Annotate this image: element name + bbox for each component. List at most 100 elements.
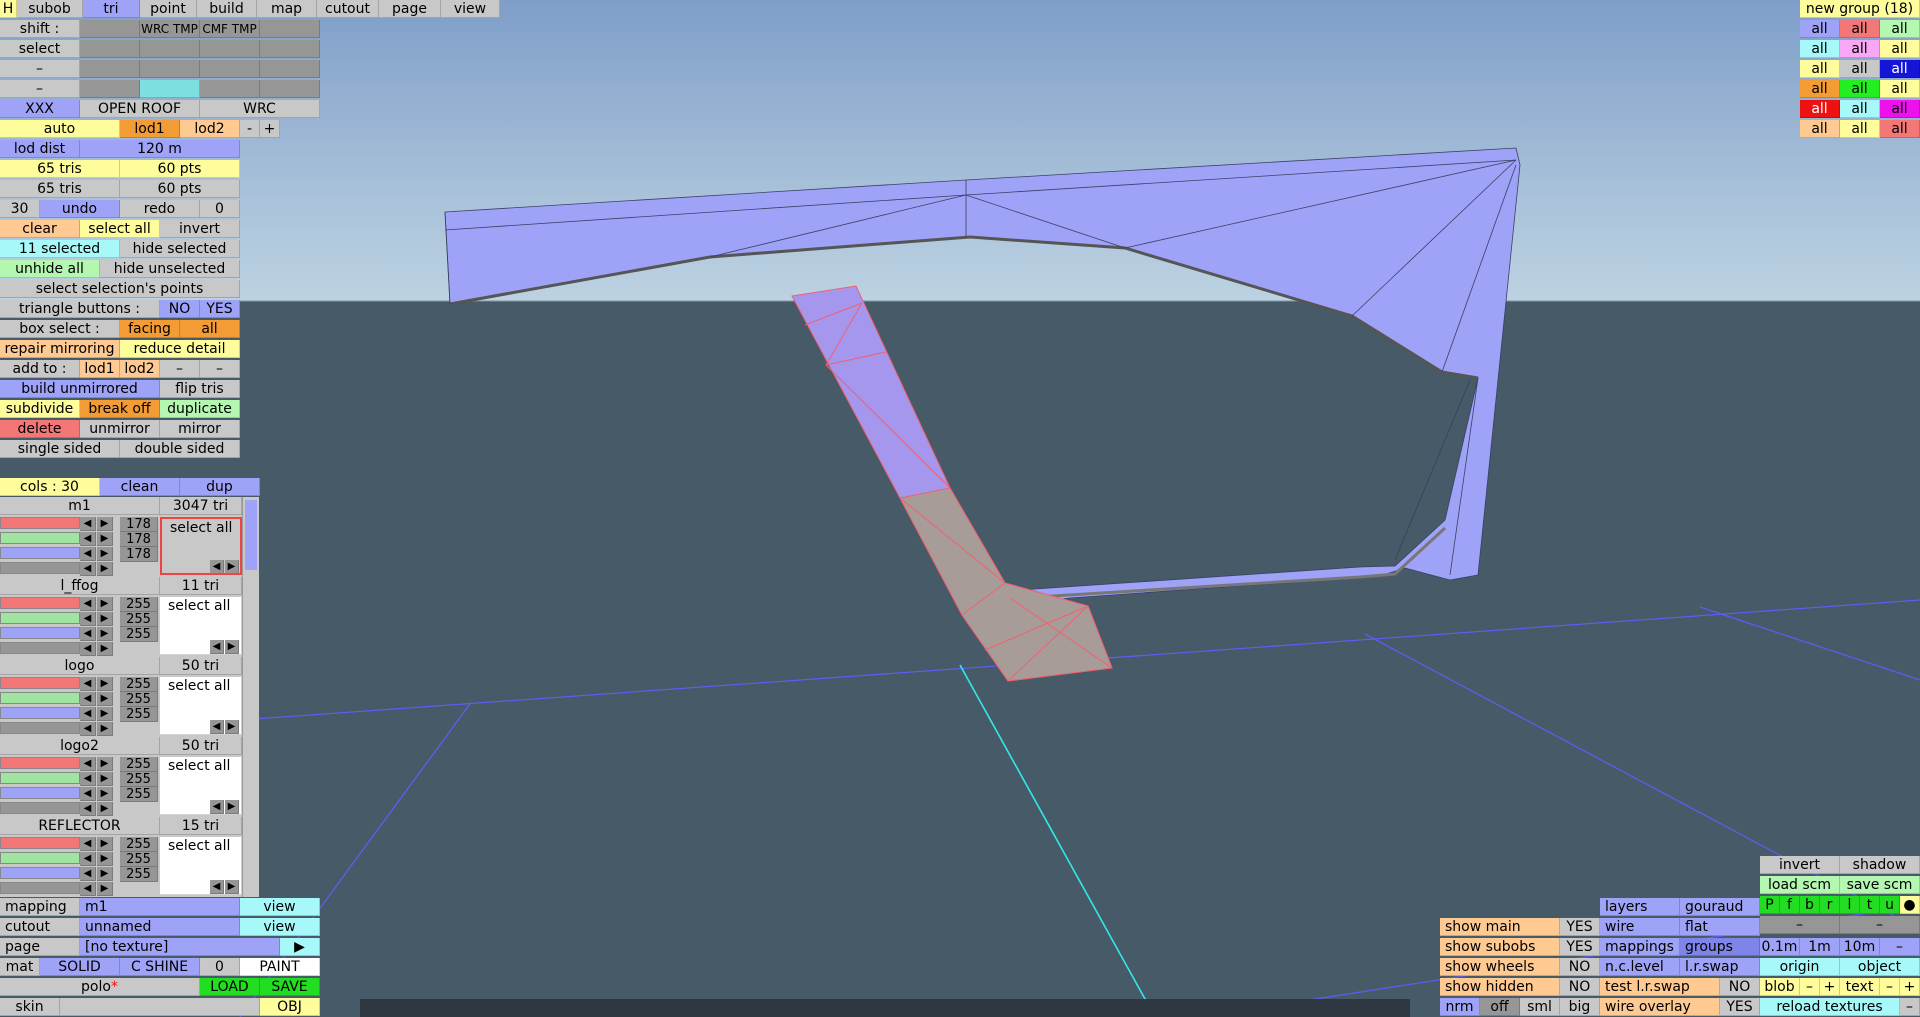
group-select-all-button[interactable]: all	[1880, 80, 1920, 98]
channel-right-arrow[interactable]: ▶	[97, 852, 113, 866]
group-select-all-button[interactable]: all	[1880, 40, 1920, 58]
dash-slot-1[interactable]	[80, 60, 140, 78]
save-button[interactable]: SAVE	[260, 978, 320, 996]
cutout-value[interactable]: unnamed	[80, 918, 240, 936]
group-select-all-button[interactable]: all	[1800, 120, 1840, 138]
group-select-all-button[interactable]: all	[1880, 60, 1920, 78]
group-select-all-button[interactable]: all	[1840, 20, 1880, 38]
material-name[interactable]: logo2	[0, 737, 160, 755]
channel-right-arrow[interactable]: ▶	[97, 612, 113, 626]
select-right-arrow[interactable]: ▶	[225, 640, 239, 654]
cutout-view-button[interactable]: view	[240, 918, 320, 936]
group-select-all-button[interactable]: all	[1800, 40, 1840, 58]
dash-slot-2[interactable]	[140, 60, 200, 78]
channel-right-arrow[interactable]: ▶	[97, 547, 113, 561]
channel-left-arrow[interactable]: ◀	[80, 547, 96, 561]
test-lr-swap-value[interactable]: NO	[1720, 978, 1760, 996]
select-points-button[interactable]: select selection's points	[0, 280, 240, 298]
color-channel-bar[interactable]	[0, 882, 80, 894]
wrc-button[interactable]: WRC	[200, 100, 320, 118]
select-right-arrow[interactable]: ▶	[225, 800, 239, 814]
group-select-all-button[interactable]: all	[1880, 120, 1920, 138]
channel-left-arrow[interactable]: ◀	[80, 837, 96, 851]
text-button[interactable]: text	[1840, 978, 1880, 996]
channel-left-arrow[interactable]: ◀	[80, 757, 96, 771]
color-channel-bar[interactable]	[0, 852, 80, 864]
channel-left-arrow[interactable]: ◀	[80, 722, 96, 736]
lod2-button[interactable]: lod2	[180, 120, 240, 138]
select-slot-4[interactable]	[260, 40, 320, 58]
undo-button[interactable]: undo	[40, 200, 120, 218]
add-minus-button-2[interactable]: –	[200, 360, 240, 378]
lr-swap-button[interactable]: l.r.swap	[1680, 958, 1760, 976]
color-channel-bar[interactable]	[0, 757, 80, 769]
channel-left-arrow[interactable]: ◀	[80, 627, 96, 641]
new-group-button[interactable]: new group (18)	[1800, 0, 1920, 18]
obj-button[interactable]: OBJ	[260, 998, 320, 1016]
add-minus-button-1[interactable]: –	[160, 360, 200, 378]
blob-minus-button[interactable]: –	[1800, 978, 1820, 996]
dash-button-a[interactable]: –	[1760, 916, 1840, 934]
normal-size-button[interactable]: nrm	[1440, 998, 1480, 1016]
reload-textures-button[interactable]: reload textures	[1760, 998, 1900, 1016]
channel-left-arrow[interactable]: ◀	[80, 517, 96, 531]
channel-left-arrow[interactable]: ◀	[80, 642, 96, 656]
lod-dist-value[interactable]: 120 m	[80, 140, 240, 158]
select-left-arrow[interactable]: ◀	[210, 720, 224, 734]
channel-right-arrow[interactable]: ▶	[97, 532, 113, 546]
build-unmirrored-button[interactable]: build unmirrored	[0, 380, 160, 398]
channel-left-arrow[interactable]: ◀	[80, 597, 96, 611]
group-select-all-button[interactable]: all	[1840, 60, 1880, 78]
color-channel-bar[interactable]	[0, 562, 80, 574]
mapping-view-button[interactable]: view	[240, 898, 320, 916]
reduce-detail-button[interactable]: reduce detail	[120, 340, 240, 358]
color-channel-bar[interactable]	[0, 677, 80, 689]
channel-right-arrow[interactable]: ▶	[97, 707, 113, 721]
double-sided-button[interactable]: double sided	[120, 440, 240, 458]
shift-slot-3[interactable]: CMF TMP	[200, 20, 260, 38]
blob-button[interactable]: blob	[1760, 978, 1800, 996]
channel-left-arrow[interactable]: ◀	[80, 562, 96, 576]
group-select-all-button[interactable]: all	[1800, 60, 1840, 78]
origin-button[interactable]: origin	[1760, 958, 1840, 976]
single-sided-button[interactable]: single sided	[0, 440, 120, 458]
color-channel-bar[interactable]	[0, 707, 80, 719]
flat-button[interactable]: flat	[1680, 918, 1760, 936]
channel-right-arrow[interactable]: ▶	[97, 627, 113, 641]
mesh-model[interactable]	[444, 147, 1521, 606]
tab-point[interactable]: point	[140, 0, 197, 18]
channel-right-arrow[interactable]: ▶	[97, 882, 113, 896]
show-hidden-button[interactable]: show hidden	[1440, 978, 1560, 996]
dash2-slot-3[interactable]	[200, 80, 260, 98]
paint-button[interactable]: PAINT	[240, 958, 320, 976]
select-slot-3[interactable]	[200, 40, 260, 58]
channel-left-arrow[interactable]: ◀	[80, 532, 96, 546]
tab-cutout[interactable]: cutout	[317, 0, 379, 18]
repair-mirroring-button[interactable]: repair mirroring	[0, 340, 120, 358]
shift-slot-1[interactable]	[80, 20, 140, 38]
lod1-button[interactable]: lod1	[120, 120, 180, 138]
delete-button[interactable]: delete	[0, 420, 80, 438]
reload-minus-button[interactable]: –	[1900, 998, 1920, 1016]
select-all-button[interactable]: select all	[80, 220, 160, 238]
channel-right-arrow[interactable]: ▶	[97, 642, 113, 656]
subdivide-button[interactable]: subdivide	[0, 400, 80, 418]
tab-h[interactable]: H	[0, 0, 17, 18]
channel-right-arrow[interactable]: ▶	[97, 517, 113, 531]
view-letter-button[interactable]: b	[1800, 896, 1820, 914]
color-channel-bar[interactable]	[0, 787, 80, 799]
channel-left-arrow[interactable]: ◀	[80, 852, 96, 866]
view-letter-button[interactable]: u	[1880, 896, 1900, 914]
lod-minus-button[interactable]: -	[240, 120, 260, 138]
test-lr-swap-button[interactable]: test l.r.swap	[1600, 978, 1720, 996]
channel-right-arrow[interactable]: ▶	[97, 772, 113, 786]
show-wheels-value[interactable]: NO	[1560, 958, 1600, 976]
box-facing-button[interactable]: facing	[120, 320, 180, 338]
material-name[interactable]: l_ffog	[0, 577, 160, 595]
shadow-button[interactable]: shadow	[1840, 856, 1920, 874]
triangle-yes-button[interactable]: YES	[200, 300, 240, 318]
off-size-button[interactable]: off	[1480, 998, 1520, 1016]
nc-level-button[interactable]: n.c.level	[1600, 958, 1680, 976]
channel-left-arrow[interactable]: ◀	[80, 612, 96, 626]
duplicate-button[interactable]: duplicate	[160, 400, 240, 418]
